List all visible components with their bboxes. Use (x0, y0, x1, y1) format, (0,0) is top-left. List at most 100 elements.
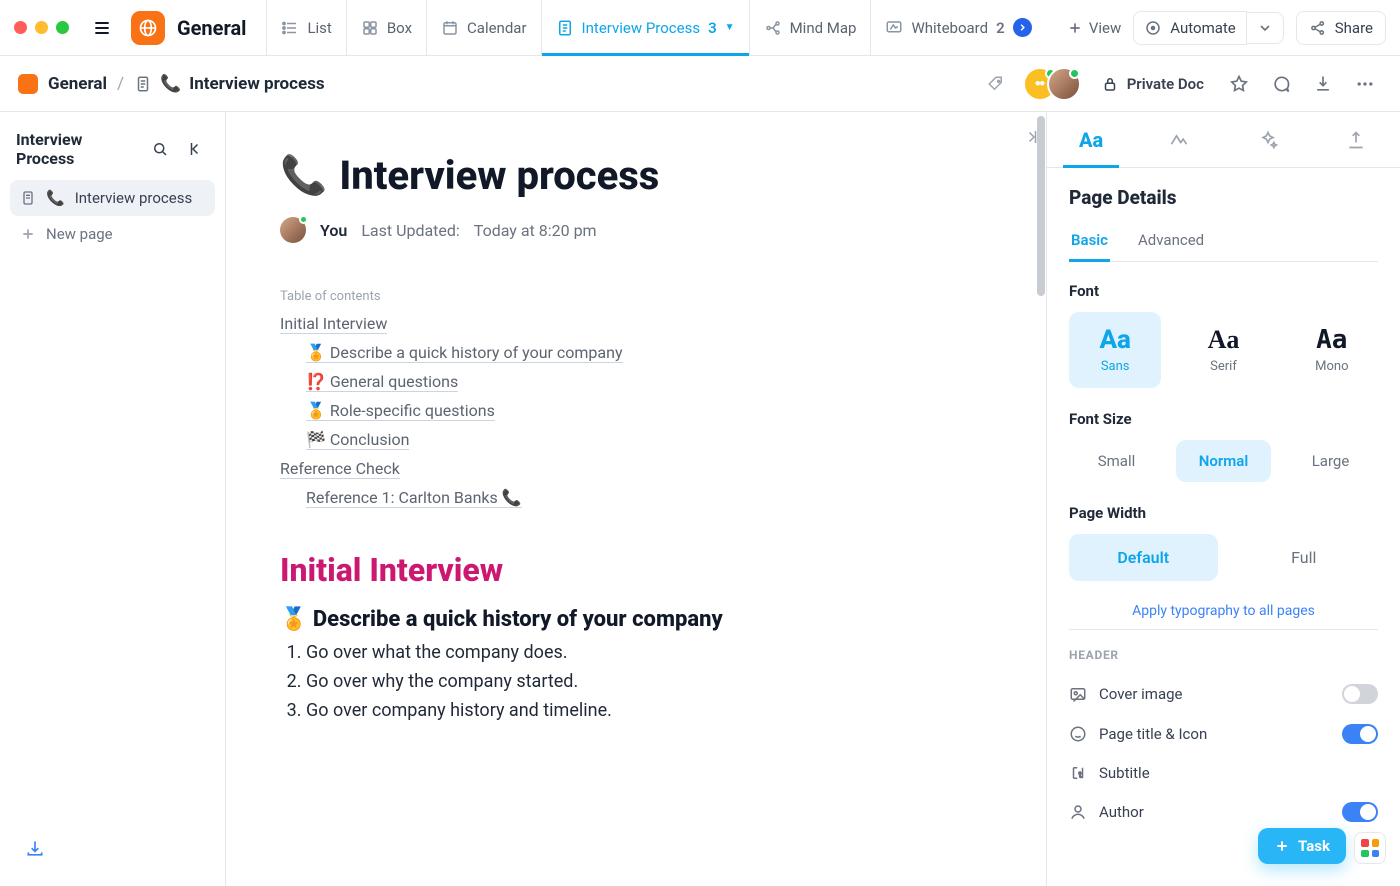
svg-text:t: t (1079, 771, 1082, 781)
toc-link[interactable]: Initial Interview (280, 314, 387, 334)
view-whiteboard[interactable]: Whiteboard 2 (871, 0, 1045, 55)
document-canvas[interactable]: 📞 Interview process You Last Updated: To… (226, 112, 1046, 886)
breadcrumb-bar: General / 📞 Interview process Private Do… (0, 56, 1400, 112)
breadcrumb-page-label: Interview process (189, 74, 324, 94)
toc-link[interactable]: 🏅 Role-specific questions (306, 401, 495, 421)
search-icon[interactable] (147, 136, 173, 162)
view-list-label: List (307, 19, 331, 37)
size-large[interactable]: Large (1283, 440, 1378, 482)
import-icon[interactable] (18, 832, 52, 866)
toggle-author[interactable] (1342, 802, 1378, 822)
tab-typography[interactable]: Aa (1047, 112, 1135, 167)
toc-link[interactable]: 🏅 Describe a quick history of your compa… (306, 343, 623, 363)
view-box[interactable]: Box (347, 0, 427, 55)
sidebar-title: Interview Process (16, 130, 137, 168)
presence-avatars[interactable] (1023, 67, 1081, 101)
subtab-basic[interactable]: Basic (1069, 227, 1110, 261)
page-title-text[interactable]: Interview process (339, 152, 659, 199)
download-icon[interactable] (1306, 67, 1340, 101)
list-item[interactable]: Go over why the company started. (306, 671, 992, 692)
toc-link[interactable]: Reference 1: Carlton Banks 📞 (306, 488, 522, 508)
scrollbar[interactable] (1037, 116, 1045, 296)
more-icon[interactable] (1348, 67, 1382, 101)
fontsize-section-label: Font Size (1069, 410, 1378, 428)
right-panel: Aa Page Details Basic Advanced Font AaSa… (1046, 112, 1400, 886)
view-box-label: Box (387, 19, 412, 37)
ordered-list[interactable]: Go over what the company does. Go over w… (280, 642, 992, 721)
view-list[interactable]: List (266, 0, 346, 55)
size-small[interactable]: Small (1069, 440, 1164, 482)
toc-link[interactable]: 🏁 Conclusion (306, 430, 409, 450)
toggle-title-icon[interactable] (1342, 724, 1378, 744)
online-dot-icon (299, 215, 308, 224)
sidebar-item-interview[interactable]: 📞 Interview process (10, 180, 215, 216)
new-task-label: Task (1298, 837, 1330, 855)
sidebar-item-emoji: 📞 (46, 189, 65, 207)
font-mono-label: Mono (1315, 359, 1348, 374)
apps-button[interactable] (1354, 832, 1386, 864)
heading-company-history[interactable]: 🏅 Describe a quick history of your compa… (280, 607, 992, 632)
tab-export[interactable] (1312, 112, 1400, 167)
share-button[interactable]: Share (1296, 11, 1386, 45)
author-line: You Last Updated: Today at 8:20 pm (280, 217, 992, 243)
cover-label: Cover image (1099, 685, 1182, 703)
tag-icon[interactable] (979, 67, 1013, 101)
view-mindmap[interactable]: Mind Map (750, 0, 872, 55)
width-full[interactable]: Full (1230, 534, 1379, 581)
collapse-sidebar-icon[interactable] (183, 136, 209, 162)
page-title-emoji[interactable]: 📞 (280, 154, 327, 198)
automate-label: Automate (1170, 19, 1235, 37)
subtab-advanced[interactable]: Advanced (1136, 227, 1206, 261)
size-normal[interactable]: Normal (1176, 440, 1271, 482)
space-icon[interactable] (131, 11, 165, 45)
avatar-me[interactable] (1047, 67, 1081, 101)
toggle-cover[interactable] (1342, 684, 1378, 704)
new-task-button[interactable]: Task (1258, 828, 1346, 864)
heading-initial-interview[interactable]: Initial Interview (280, 551, 992, 589)
table-of-contents: Initial Interview 🏅 Describe a quick his… (280, 314, 992, 507)
font-serif[interactable]: AaSerif (1177, 312, 1269, 388)
view-interview-label: Interview Process (582, 19, 701, 37)
width-default[interactable]: Default (1069, 534, 1218, 581)
menu-icon[interactable] (85, 11, 119, 45)
privacy-button[interactable]: Private Doc (1101, 75, 1204, 93)
font-mono[interactable]: AaMono (1286, 312, 1378, 388)
toc-link[interactable]: ⁉️ General questions (306, 372, 458, 392)
left-sidebar: Interview Process 📞 Interview process Ne… (0, 112, 226, 886)
view-interview-process[interactable]: Interview Process 3 ▼ (542, 0, 750, 55)
comment-icon[interactable] (1264, 67, 1298, 101)
maximize-window[interactable] (56, 21, 69, 34)
chevron-down-icon[interactable]: ▼ (725, 22, 735, 33)
arrow-right-icon[interactable] (1013, 18, 1032, 37)
row-title-icon: Page title & Icon (1069, 714, 1378, 754)
tab-activity[interactable] (1135, 112, 1223, 167)
automate-button: Automate (1133, 11, 1283, 45)
top-toolbar: General List Box Calendar Interview Proc… (0, 0, 1400, 56)
automate-dropdown[interactable] (1247, 12, 1284, 44)
sidebar-item-label: Interview process (75, 189, 193, 207)
toc-link[interactable]: Reference Check (280, 459, 400, 479)
apply-all-link[interactable]: Apply typography to all pages (1069, 603, 1378, 619)
space-name[interactable]: General (177, 16, 246, 40)
breadcrumb-root[interactable]: General (48, 74, 107, 94)
add-view-button[interactable]: View (1067, 19, 1121, 37)
minimize-window[interactable] (35, 21, 48, 34)
view-calendar[interactable]: Calendar (427, 0, 542, 55)
font-sans[interactable]: AaSans (1069, 312, 1161, 388)
list-item[interactable]: Go over company history and timeline. (306, 700, 992, 721)
sidebar-new-page[interactable]: New page (10, 216, 215, 252)
star-icon[interactable] (1222, 67, 1256, 101)
font-serif-label: Serif (1210, 359, 1237, 374)
close-window[interactable] (14, 21, 27, 34)
breadcrumb-page[interactable]: 📞 Interview process (134, 74, 325, 94)
online-dot-icon (1069, 68, 1080, 79)
tab-ai[interactable] (1224, 112, 1312, 167)
avatar[interactable] (280, 217, 306, 243)
privacy-label: Private Doc (1127, 75, 1204, 93)
updated-value: Today at 8:20 pm (474, 221, 597, 240)
list-item[interactable]: Go over what the company does. (306, 642, 992, 663)
space-chip-icon[interactable] (18, 74, 38, 94)
sidebar-new-page-label: New page (46, 225, 113, 243)
page-title[interactable]: 📞 Interview process (280, 152, 992, 199)
automate-main[interactable]: Automate (1133, 11, 1246, 45)
